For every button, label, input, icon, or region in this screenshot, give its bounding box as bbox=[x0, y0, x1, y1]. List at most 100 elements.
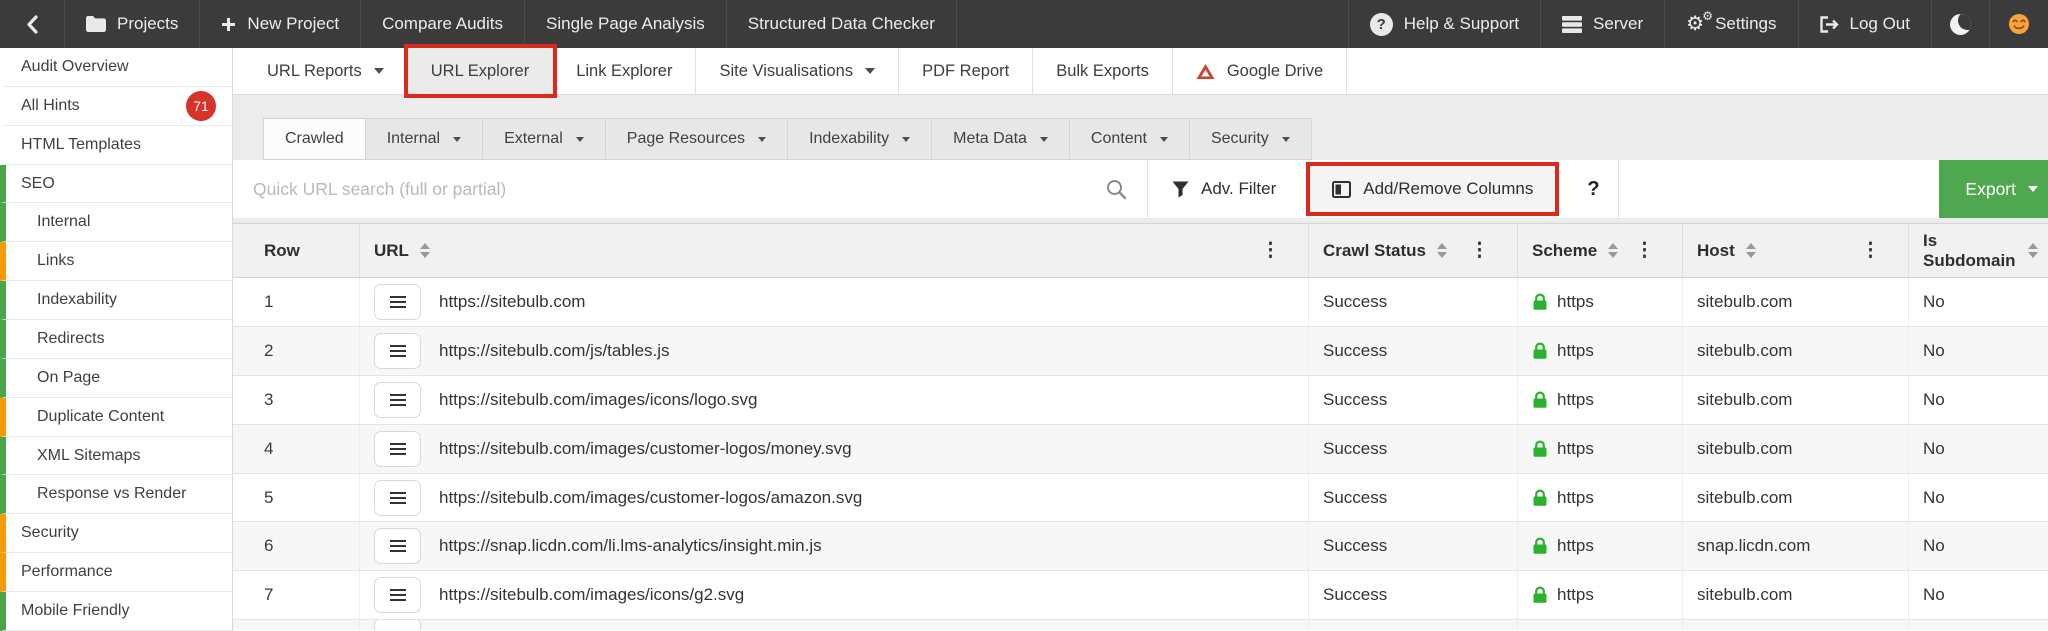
scheme-value: https bbox=[1557, 340, 1594, 360]
adv-filter-button[interactable]: Adv. Filter bbox=[1148, 160, 1300, 218]
sidebar-item-links[interactable]: Links bbox=[0, 242, 232, 282]
nav-projects[interactable]: Projects bbox=[65, 0, 201, 48]
table-row: 5 https://sitebulb.com/images/customer-l… bbox=[233, 473, 2048, 523]
row-menu-button[interactable] bbox=[374, 381, 421, 418]
filter-tabs-bar: Crawled Internal External Page Resources… bbox=[263, 118, 2048, 160]
back-button[interactable] bbox=[0, 0, 65, 48]
lock-icon bbox=[1533, 391, 1547, 408]
sidebar-item-seo[interactable]: SEO bbox=[0, 164, 232, 204]
nav-server[interactable]: Server bbox=[1541, 0, 1666, 48]
nav-single-page-analysis[interactable]: Single Page Analysis bbox=[525, 0, 727, 48]
filter-tab-content[interactable]: Content bbox=[1069, 118, 1190, 160]
crawl-status-value: Success bbox=[1309, 473, 1518, 522]
dark-mode-toggle[interactable] bbox=[1932, 0, 1990, 48]
sidebar-item-performance[interactable]: Performance bbox=[0, 553, 232, 593]
nav-settings[interactable]: ⚙ ⚙ Settings bbox=[1665, 0, 1799, 48]
table-help-button[interactable]: ? bbox=[1569, 160, 1619, 218]
row-number: 7 bbox=[233, 571, 360, 620]
sidebar-item-label: Performance bbox=[21, 563, 113, 581]
filter-tab-meta-data[interactable]: Meta Data bbox=[932, 118, 1070, 160]
row-menu-button[interactable] bbox=[374, 620, 421, 631]
sidebar-item-duplicate-content[interactable]: Duplicate Content bbox=[0, 397, 232, 437]
sidebar-item-security[interactable]: Security bbox=[0, 514, 232, 554]
nav-structured-data-checker[interactable]: Structured Data Checker bbox=[727, 0, 957, 48]
sort-icon[interactable] bbox=[1436, 243, 1447, 258]
row-menu-button[interactable] bbox=[374, 332, 421, 369]
nav-new-project[interactable]: New Project bbox=[200, 0, 362, 48]
column-menu-icon[interactable]: ⋮ bbox=[1470, 241, 1507, 260]
row-menu-button[interactable] bbox=[374, 430, 421, 467]
sidebar-item-audit-overview[interactable]: Audit Overview bbox=[0, 48, 232, 87]
tab-bulk-exports[interactable]: Bulk Exports bbox=[1033, 48, 1173, 94]
sidebar-item-xml-sitemaps[interactable]: XML Sitemaps bbox=[0, 436, 232, 476]
search-input[interactable] bbox=[253, 178, 1105, 200]
sidebar-item-internal[interactable]: Internal bbox=[0, 203, 232, 243]
column-menu-icon[interactable]: ⋮ bbox=[1261, 241, 1298, 260]
sort-icon[interactable] bbox=[1745, 243, 1756, 258]
nav-settings-label: Settings bbox=[1715, 14, 1777, 33]
scheme-value: https bbox=[1557, 585, 1594, 605]
filter-tab-internal[interactable]: Internal bbox=[365, 118, 484, 160]
tab-url-reports[interactable]: URL Reports bbox=[244, 48, 408, 94]
row-menu-button[interactable] bbox=[374, 283, 421, 320]
question-mark-icon: ? bbox=[1587, 177, 1600, 200]
column-header-crawl-status[interactable]: Crawl Status ⋮ bbox=[1309, 224, 1518, 277]
column-label: Is Subdomain bbox=[1923, 230, 2016, 270]
row-menu-button[interactable] bbox=[374, 528, 421, 565]
chevron-left-icon bbox=[27, 14, 38, 34]
filter-tab-page-resources[interactable]: Page Resources bbox=[605, 118, 789, 160]
export-button[interactable]: Export bbox=[1939, 160, 2048, 218]
sidebar-item-response-vs-render[interactable]: Response vs Render bbox=[0, 475, 232, 515]
tab-pdf-report[interactable]: PDF Report bbox=[899, 48, 1034, 94]
scheme-value: https bbox=[1557, 536, 1594, 556]
column-menu-icon[interactable]: ⋮ bbox=[1635, 241, 1672, 260]
row-number: 5 bbox=[233, 473, 360, 522]
column-header-host[interactable]: Host ⋮ bbox=[1683, 224, 1909, 277]
tab-url-explorer[interactable]: URL Explorer bbox=[407, 48, 554, 94]
nav-log-out[interactable]: Log Out bbox=[1799, 0, 1932, 48]
url-value: https://sitebulb.com/images/customer-log… bbox=[439, 487, 863, 507]
table-row: 4 https://sitebulb.com/images/customer-l… bbox=[233, 424, 2048, 474]
filter-tab-indexability[interactable]: Indexability bbox=[788, 118, 933, 160]
column-menu-icon[interactable]: ⋮ bbox=[1861, 241, 1898, 260]
filter-tab-external[interactable]: External bbox=[483, 118, 606, 160]
column-header-scheme[interactable]: Scheme ⋮ bbox=[1518, 224, 1683, 277]
tab-google-drive[interactable]: Google Drive bbox=[1173, 48, 1348, 94]
hamburger-icon bbox=[389, 295, 406, 308]
filter-tab-crawled[interactable]: Crawled bbox=[263, 118, 366, 160]
nav-compare-audits-label: Compare Audits bbox=[382, 14, 504, 33]
url-value: https://sitebulb.com bbox=[439, 291, 586, 311]
nav-compare-audits[interactable]: Compare Audits bbox=[361, 0, 526, 48]
sidebar-item-redirects[interactable]: Redirects bbox=[0, 320, 232, 359]
filter-tab-security[interactable]: Security bbox=[1189, 118, 1312, 160]
row-menu-button[interactable] bbox=[374, 479, 421, 516]
main-body: Crawled Internal External Page Resources… bbox=[233, 95, 2048, 631]
add-remove-columns-label: Add/Remove Columns bbox=[1363, 179, 1534, 198]
tab-site-visualisations[interactable]: Site Visualisations bbox=[696, 48, 900, 94]
sidebar-item-all-hints[interactable]: All Hints 71 bbox=[0, 87, 232, 126]
tab-link-explorer[interactable]: Link Explorer bbox=[553, 48, 697, 94]
lock-icon bbox=[1533, 293, 1547, 310]
sort-icon[interactable] bbox=[2028, 243, 2038, 258]
sidebar-item-label: HTML Templates bbox=[21, 135, 142, 153]
nav-help-support[interactable]: ? Help & Support bbox=[1347, 0, 1542, 48]
sidebar-item-on-page[interactable]: On Page bbox=[0, 358, 232, 398]
search-icon[interactable] bbox=[1105, 178, 1127, 200]
column-header-url[interactable]: URL ⋮ bbox=[360, 224, 1309, 277]
quick-url-search bbox=[233, 160, 1148, 218]
user-avatar-button[interactable] bbox=[1990, 0, 2048, 48]
sidebar-item-label: Audit Overview bbox=[21, 57, 129, 75]
sort-icon[interactable] bbox=[419, 243, 430, 258]
row-menu-button[interactable] bbox=[374, 577, 421, 614]
top-navigation-bar: Projects New Project Compare Audits Sing… bbox=[0, 0, 2048, 48]
chevron-down-icon bbox=[758, 136, 767, 142]
sidebar-item-indexability[interactable]: Indexability bbox=[0, 281, 232, 321]
chevron-down-icon bbox=[575, 136, 584, 142]
add-remove-columns-button[interactable]: Add/Remove Columns bbox=[1310, 166, 1556, 212]
sort-icon[interactable] bbox=[1608, 243, 1619, 258]
column-header-is-subdomain[interactable]: Is Subdomain bbox=[1909, 224, 2048, 277]
scheme-value: https bbox=[1557, 438, 1594, 458]
sidebar-item-mobile-friendly[interactable]: Mobile Friendly bbox=[0, 592, 232, 631]
row-number: 2 bbox=[233, 326, 360, 375]
sidebar-item-html-templates[interactable]: HTML Templates bbox=[0, 126, 232, 165]
